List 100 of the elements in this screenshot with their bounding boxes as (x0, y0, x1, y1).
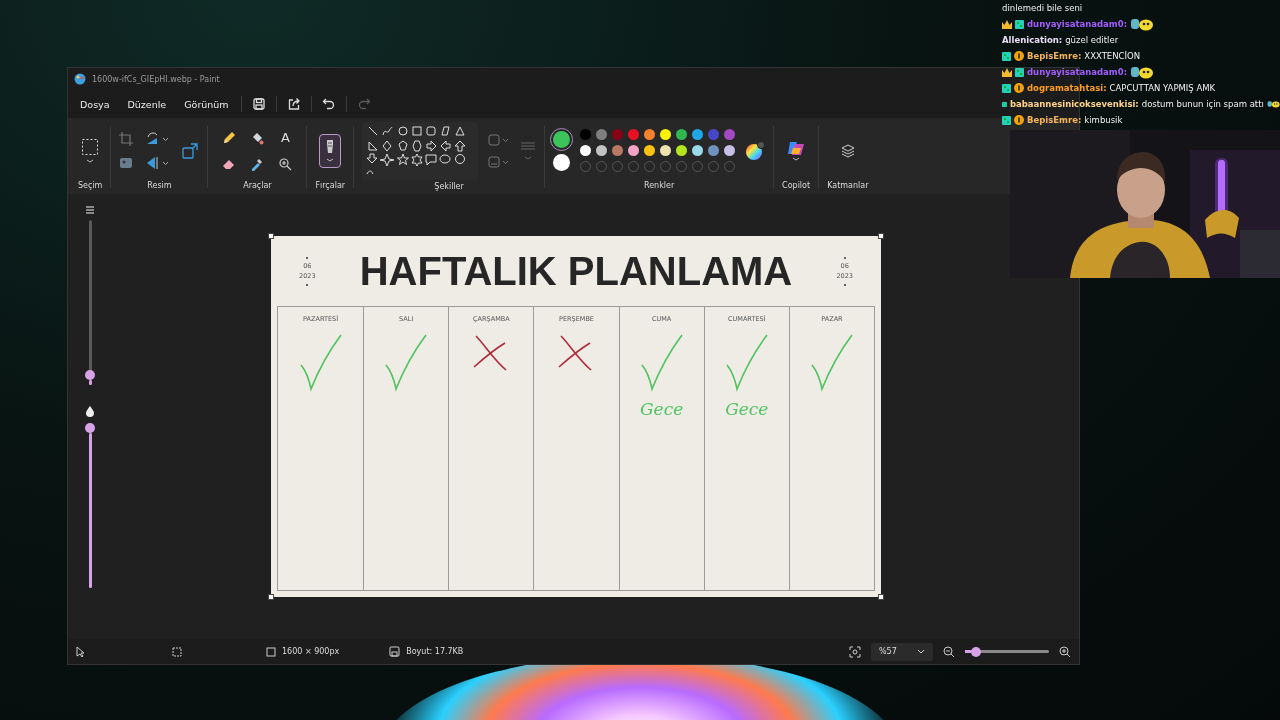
resize-handle[interactable] (878, 594, 884, 600)
image-select-icon[interactable] (119, 155, 134, 170)
paint-app-icon (74, 73, 86, 85)
rotate-icon[interactable] (145, 131, 170, 146)
group-label: Renkler (643, 180, 675, 190)
check-mark (297, 333, 344, 393)
chat-message: dinlemedi bile seni (1002, 3, 1083, 13)
color-swatch[interactable] (660, 129, 672, 140)
group-label: Şekiller (434, 181, 464, 191)
group-label: Resim (147, 180, 172, 190)
window-title: 1600w-ifCs_GIEpHI.webp - Paint (92, 74, 220, 84)
color-swatch[interactable] (708, 129, 720, 140)
slider-thumb[interactable] (85, 370, 95, 381)
color-swatch[interactable] (676, 129, 688, 140)
group-label: Copilot (782, 180, 811, 190)
check-mark (638, 333, 685, 393)
current-color[interactable] (553, 130, 571, 148)
group-label: Katmanlar (827, 180, 869, 190)
vertical-slider[interactable] (85, 220, 95, 385)
color-swatch[interactable] (644, 129, 656, 140)
handwritten-note: Gece (640, 399, 684, 419)
chat-username[interactable]: Allenication: (1002, 35, 1063, 45)
zoom-dropdown[interactable]: %57 (871, 642, 933, 661)
group-label: Fırçalar (315, 180, 346, 190)
color-swatch[interactable] (596, 129, 608, 140)
subscriber-badge-icon (1002, 83, 1011, 93)
fit-to-window-icon[interactable] (849, 645, 861, 658)
color-swatch[interactable] (708, 145, 720, 156)
selection-icon[interactable] (81, 137, 100, 164)
menu-item[interactable]: Düzenle (119, 94, 175, 114)
subscriber-badge-icon (1015, 67, 1024, 77)
color-wheel-icon[interactable] (745, 140, 766, 161)
chat-username[interactable]: BepisEmre: (1027, 115, 1082, 125)
chat-username[interactable]: BepisEmre: (1027, 51, 1082, 61)
color-swatch[interactable] (644, 145, 656, 156)
color-swatch[interactable] (692, 145, 704, 156)
color-swatch[interactable] (612, 129, 624, 140)
chat-username[interactable]: babaannesinicoksevenkisi: (1009, 99, 1139, 109)
chat-message: XXXTENCİON (1084, 51, 1141, 61)
color-picker-icon[interactable] (250, 156, 265, 171)
color-swatch[interactable] (628, 129, 640, 140)
magnifier-icon[interactable] (278, 156, 293, 171)
chat-message: kimbusik (1084, 115, 1123, 125)
crown-badge-icon (1002, 19, 1012, 29)
zoom-slider[interactable] (965, 646, 1049, 657)
coin-badge-icon (1014, 51, 1024, 61)
slider-thumb[interactable] (85, 423, 95, 433)
color-swatch[interactable] (676, 145, 688, 156)
check-mark (383, 333, 430, 393)
brushes-button[interactable] (319, 133, 342, 168)
text-tool[interactable]: A (278, 130, 293, 145)
file-size: Boyut: 17.7KB (406, 647, 464, 656)
resize-handle[interactable] (268, 233, 274, 239)
canvas-size-icon (266, 646, 276, 657)
caret-icon (917, 648, 925, 655)
canvas-dimensions: 1600 × 900px (282, 647, 340, 656)
group-label: Seçim (78, 180, 103, 190)
zoom-out-icon[interactable] (943, 645, 955, 658)
color-swatch[interactable] (612, 145, 624, 156)
slider-thumb[interactable] (970, 646, 981, 657)
color-swatch[interactable] (692, 129, 704, 140)
crown-badge-icon (1002, 67, 1012, 77)
menu-item[interactable]: Dosya (72, 94, 118, 114)
subscriber-badge-icon (1002, 51, 1011, 61)
color-swatch[interactable] (724, 129, 736, 140)
color-swatch[interactable] (596, 145, 608, 156)
resize-icon[interactable] (181, 141, 200, 160)
pencil-icon[interactable] (222, 130, 237, 145)
pointer-icon[interactable] (76, 645, 86, 658)
color-swatch[interactable] (580, 129, 592, 140)
current-color[interactable] (553, 153, 571, 171)
color-swatch[interactable] (580, 145, 592, 156)
subscriber-badge-icon (1002, 115, 1011, 125)
check-mark (808, 333, 855, 393)
menu-item[interactable]: Görünüm (176, 94, 237, 114)
crop-icon[interactable] (119, 131, 134, 146)
vertical-slider[interactable] (85, 423, 95, 588)
color-swatch[interactable] (724, 145, 736, 156)
outline-icon[interactable] (488, 134, 511, 146)
color-swatch[interactable] (660, 145, 672, 156)
handwritten-note: Gece (725, 399, 769, 419)
flip-icon[interactable] (145, 155, 170, 170)
chat-message: dostum bunun için spam attı (1141, 99, 1264, 109)
check-mark (723, 333, 770, 393)
shapes-gallery[interactable] (362, 122, 479, 180)
copilot-icon[interactable] (787, 139, 806, 162)
zoom-in-icon[interactable] (1059, 645, 1071, 658)
chat-username[interactable]: dunyayisatanadam0: (1027, 19, 1128, 29)
subscriber-badge-icon (1015, 19, 1024, 29)
chat-message: CAPCUTTAN YAPMIŞ AMK (1109, 83, 1216, 93)
resize-handle[interactable] (268, 594, 274, 600)
layers-icon[interactable] (839, 142, 856, 159)
save-icon (389, 646, 401, 657)
chat-username[interactable]: dunyayisatanadam0: (1027, 67, 1128, 77)
color-swatch[interactable] (628, 145, 640, 156)
subscriber-badge-icon (1002, 99, 1007, 109)
fill-icon[interactable] (488, 156, 511, 168)
planner-title: HAFTALIK PLANLAMA (359, 248, 793, 294)
resize-handle[interactable] (878, 233, 884, 239)
chat-username[interactable]: dogramatahtasi: (1027, 83, 1107, 93)
